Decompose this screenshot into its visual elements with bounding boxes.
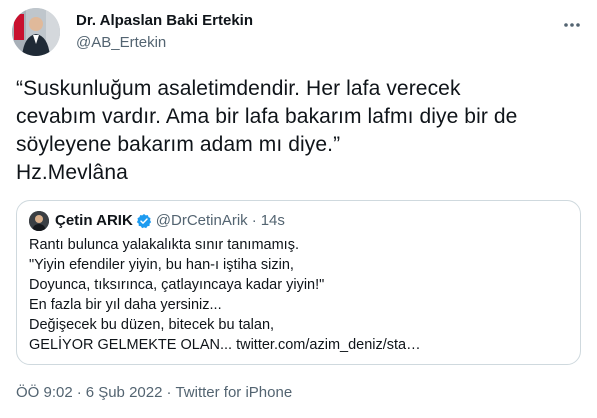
quoted-author-avatar xyxy=(29,211,49,231)
tweet-time[interactable]: ÖÖ 9:02 xyxy=(16,384,73,401)
tweet-line: Hz.Mevlâna xyxy=(16,161,128,184)
tweet-date[interactable]: 6 Şub 2022 xyxy=(86,384,163,401)
author-name[interactable]: Dr. Alpaslan Baki Ertekin xyxy=(76,12,253,29)
quoted-line: "Yiyin efendiler yiyin, bu han-ı iştiha … xyxy=(29,257,294,273)
tweet-line: cevabım vardır. Ama bir lafa bakarım laf… xyxy=(16,105,518,128)
quoted-tweet[interactable]: Çetin ARIK @DrCetinArik · 14s Rantı bulu… xyxy=(16,200,581,365)
quoted-line: Değişecek bu düzen, bitecek bu talan, xyxy=(29,317,275,333)
quoted-timestamp[interactable]: 14s xyxy=(261,211,285,231)
quoted-line: GELİYOR GELMEKTE OLAN... twitter.com/azi… xyxy=(29,337,421,353)
tweet-meta: ÖÖ 9:02 · 6 Şub 2022 · Twitter for iPhon… xyxy=(16,384,292,401)
quoted-separator: · xyxy=(251,212,257,229)
quoted-author-name: Çetin ARIK xyxy=(55,212,133,229)
tweet-line: “Suskunluğum asaletimdendir. Her lafa ve… xyxy=(16,77,461,100)
quoted-author-handle: @DrCetinArik xyxy=(155,212,248,229)
more-horizontal-icon[interactable] xyxy=(561,14,583,36)
author-handle[interactable]: @AB_Ertekin xyxy=(76,34,166,51)
quoted-header: Çetin ARIK @DrCetinArik · 14s xyxy=(55,211,285,231)
meta-separator: · xyxy=(76,384,82,401)
author-avatar[interactable] xyxy=(12,8,60,56)
quoted-text: Rantı bulunca yalakalıkta sınır tanımamı… xyxy=(29,235,569,355)
tweet-source[interactable]: Twitter for iPhone xyxy=(175,384,292,401)
quoted-line: En fazla bir yıl daha yersiniz... xyxy=(29,297,222,313)
quoted-line: Doyunca, tıksırınca, çatlayıncaya kadar … xyxy=(29,277,325,293)
meta-separator: · xyxy=(166,384,172,401)
quoted-line: Rantı bulunca yalakalıkta sınır tanımamı… xyxy=(29,237,299,253)
verified-badge-icon xyxy=(136,213,152,229)
tweet-text: “Suskunluğum asaletimdendir. Her lafa ve… xyxy=(16,75,586,187)
tweet-line: söyleyene bakarım adam mı diye.” xyxy=(16,133,341,156)
